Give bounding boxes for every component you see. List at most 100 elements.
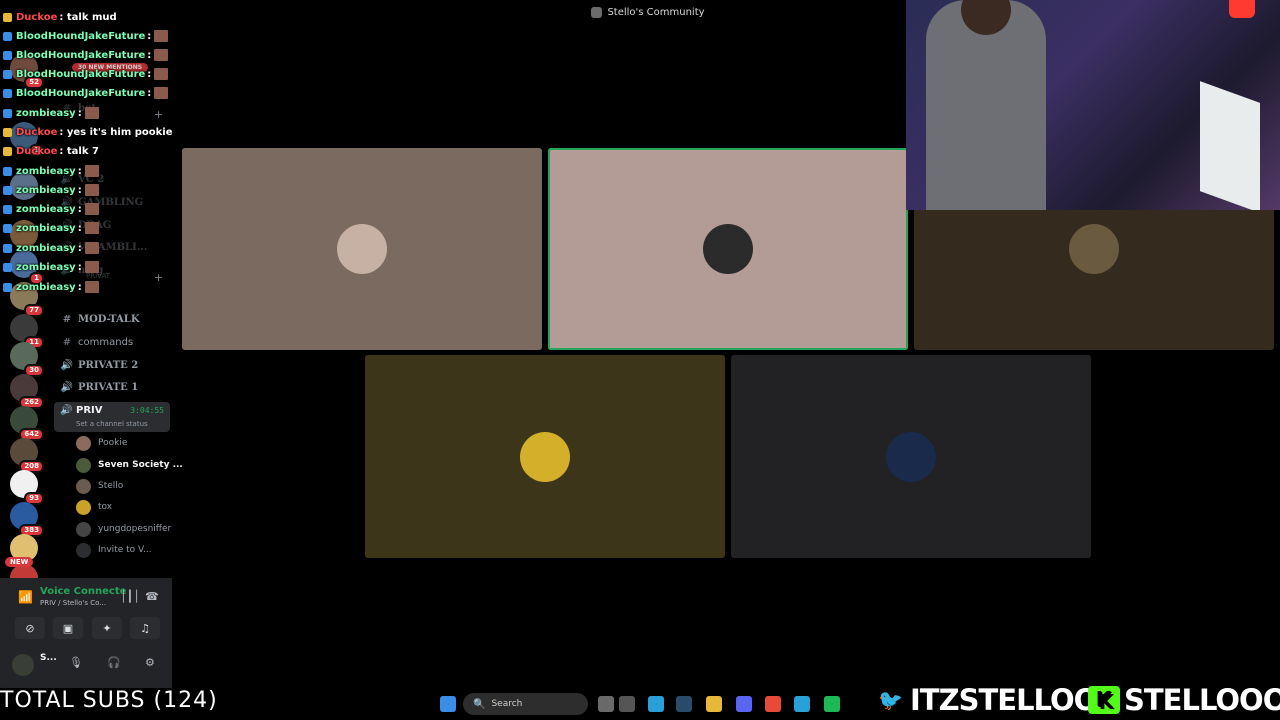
participant-tile[interactable] [731,355,1091,558]
chat-username: BloodHoundJakeFuture [16,87,146,99]
windows-start-icon[interactable] [440,696,456,712]
channel-commands[interactable]: # commands [60,332,174,352]
headphones-icon[interactable]: 🎧 [107,656,121,669]
voice-location[interactable]: PRIV / Stello's Co... [40,599,106,607]
speaker-icon: 🔊 [60,405,73,416]
server-icon[interactable]: 11 [10,314,44,349]
disconnect-icon[interactable]: ☎ [145,590,159,603]
member-name: tox [98,502,113,512]
server-icon[interactable]: 642 [10,406,44,441]
chat-message: zombieasy: [3,239,99,257]
subscriber-badge-icon [3,166,12,176]
emote-icon [84,242,99,254]
new-servers-badge[interactable]: NEW [5,557,34,567]
noise-suppression-icon[interactable]: │┃│ [120,590,140,603]
voice-status: Voice Connecte [40,586,127,597]
emote-icon [84,203,99,215]
voice-member[interactable]: yungdopesniffer [76,520,171,538]
chat-username: zombieasy [16,261,76,273]
voice-member[interactable]: Seven Society ... [76,456,183,474]
search-icon: 🔍 [473,698,486,710]
chat-text: : [77,281,82,293]
edge-icon[interactable] [648,696,664,712]
member-name: Seven Society ... [98,460,183,470]
emote-icon [154,30,169,42]
participant-tile[interactable] [548,148,908,350]
chat-username: zombieasy [16,242,76,254]
channel-private-1[interactable]: 🔊 PRIVATE 1 [60,377,174,397]
discord-icon[interactable] [736,696,752,712]
hash-icon: # [62,336,72,348]
chat-username: zombieasy [16,222,76,234]
server-icon[interactable]: 262 [10,374,44,409]
voice-member[interactable]: tox [76,498,112,516]
stream-screen: Stello's Community 52 1 1 77 11 30 262 642 208 93… [0,0,1280,720]
signal-icon[interactable]: 📶 [18,590,33,604]
chat-username: Duckoe [16,145,58,157]
kick-icon: K [1088,686,1120,714]
channel-mod-talk[interactable]: # MOD-TALK [60,309,174,329]
voice-member[interactable]: Invite to V... [76,541,152,559]
wall-logo [1229,0,1255,18]
hash-icon: # [62,313,72,325]
webcam-feed [906,0,1280,210]
avatar [76,457,91,473]
chat-username: BloodHoundJakeFuture [16,68,146,80]
chrome-icon[interactable] [765,696,781,712]
subscriber-badge-icon [3,204,12,214]
chat-username: zombieasy [16,203,76,215]
avatar [76,435,91,451]
chat-username: zombieasy [16,107,76,119]
channel-label: PRIVATE 1 [78,381,139,393]
subscriber-badge-icon [3,223,12,233]
avatar [1069,224,1119,274]
steam-icon[interactable] [676,696,692,712]
chat-text: : yes it's him pookie [59,126,173,138]
voice-member[interactable]: Stello [76,477,123,495]
telegram-icon[interactable] [794,696,810,712]
microphone-icon[interactable]: 🎙 [69,656,83,669]
subscriber-badge-icon [3,88,12,98]
avatar[interactable] [12,654,34,676]
voice-member[interactable]: Pookie [76,434,127,452]
chat-message: zombieasy: [3,258,99,276]
chat-message: BloodHoundJakeFuture: [3,27,169,45]
search-label: Search [491,699,523,709]
file-explorer-icon[interactable] [706,696,722,712]
member-name: Stello [98,481,124,491]
chat-text: : [77,184,82,196]
channel-name: PRIV [76,405,103,416]
spotify-icon[interactable] [824,696,840,712]
activities-button[interactable]: ✦ [92,617,122,639]
soundboard-button[interactable]: ♫ [130,617,160,639]
channel-priv-active[interactable]: 🔊 PRIV 3:04:55 Set a channel status [54,402,170,432]
participant-tile[interactable] [365,355,725,558]
server-icon[interactable]: 93 [10,470,44,505]
screen-share-button[interactable]: ▣ [53,617,83,639]
emote-icon [154,68,169,80]
chat-message: zombieasy: [3,200,99,218]
obs-icon[interactable] [619,696,635,712]
server-icon[interactable]: 208 [10,438,44,473]
emote-icon [84,261,99,273]
channel-status[interactable]: Set a channel status [76,420,148,428]
window-title: Stello's Community [607,6,705,18]
emote-icon [84,281,99,293]
chat-username: zombieasy [16,165,76,177]
channel-private-2[interactable]: 🔊 PRIVATE 2 [60,355,174,375]
participant-tile[interactable] [182,148,542,350]
chat-username: BloodHoundJakeFuture [16,30,146,42]
speaker-icon: 🔊 [60,359,74,371]
taskbar-search[interactable]: 🔍 Search [463,693,588,715]
server-icon[interactable]: 383 [10,502,44,537]
chat-message: zombieasy: [3,162,99,180]
chat-username: zombieasy [16,184,76,196]
gear-icon[interactable]: ⚙ [145,656,155,669]
camera-off-button[interactable]: ⊘ [15,617,45,639]
chat-username: BloodHoundJakeFuture [16,49,146,61]
speaker-icon: 🔊 [60,381,74,393]
widgets-icon[interactable] [598,696,614,712]
avatar [337,224,387,274]
server-icon[interactable]: 30 [10,342,44,377]
chat-username: zombieasy [16,281,76,293]
